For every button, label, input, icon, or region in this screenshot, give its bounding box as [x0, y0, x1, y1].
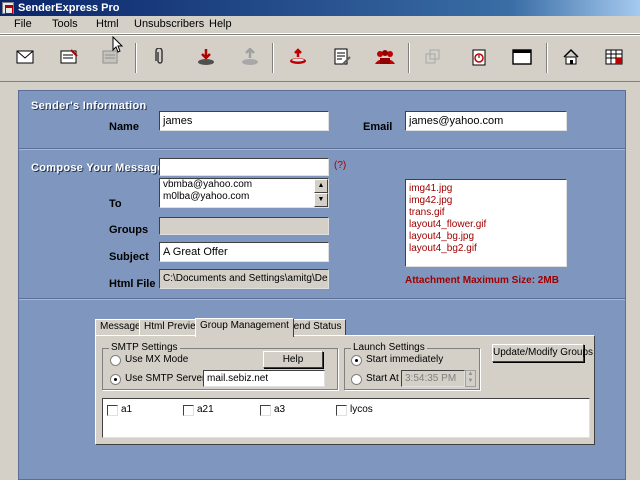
smtp-server-input[interactable]: mail.sebiz.net	[203, 370, 325, 387]
to-label: To	[109, 198, 122, 210]
to-list-scrollbar[interactable]: ▲ ▼	[314, 179, 328, 207]
group-label-a1[interactable]: a1	[121, 404, 132, 415]
htmlfile-input[interactable]: C:\Documents and Settings\amitg\Desktop	[159, 269, 329, 289]
spin-up-icon[interactable]: ▲	[466, 371, 475, 378]
name-label: Name	[109, 121, 139, 133]
help-mark[interactable]: (?)	[334, 160, 346, 171]
group-checkbox-lycos[interactable]	[336, 405, 347, 416]
spin-down-icon[interactable]: ▼	[466, 378, 475, 385]
copy-icon[interactable]	[421, 45, 445, 69]
start-immediately-radio[interactable]	[351, 355, 362, 366]
start-at-label[interactable]: Start At	[366, 373, 399, 384]
window-icon[interactable]	[510, 45, 534, 69]
sender-section-title: Sender's Information	[31, 100, 147, 112]
launch-settings-title: Launch Settings	[351, 342, 427, 353]
group-checkbox-a21[interactable]	[183, 405, 194, 416]
upload-icon[interactable]	[238, 45, 262, 69]
edit-icon[interactable]	[330, 45, 354, 69]
app-icon	[2, 2, 14, 14]
tab-group-management[interactable]: Group Management	[195, 318, 294, 337]
scroll-down-icon[interactable]: ▼	[314, 193, 328, 207]
envelope-icon[interactable]	[13, 45, 37, 69]
smtp-settings-title: SMTP Settings	[109, 342, 180, 353]
mx-mode-radio[interactable]	[110, 355, 121, 366]
menu-tools[interactable]: Tools	[52, 18, 78, 30]
group-checkbox-a1[interactable]	[107, 405, 118, 416]
menu-help[interactable]: Help	[209, 18, 232, 30]
help-button[interactable]: Help	[263, 351, 323, 368]
menu-bar: File Tools Html Unsubscribers Help	[0, 16, 640, 34]
groups-label: Groups	[109, 224, 149, 236]
list-item[interactable]: layout4_bg2.gif	[406, 243, 566, 255]
group-label-lycos[interactable]: lycos	[350, 404, 373, 415]
section-divider	[19, 298, 625, 300]
group-management-panel: SMTP Settings Use MX Mode Use SMTP Serve…	[95, 335, 595, 445]
smtp-settings-group: SMTP Settings Use MX Mode Use SMTP Serve…	[102, 342, 338, 390]
name-input[interactable]: james	[159, 111, 329, 131]
smtp-server-label[interactable]: Use SMTP Server	[125, 373, 205, 384]
update-groups-button[interactable]: Update/Modify Groups	[492, 344, 593, 362]
htmlfile-label: Html File	[109, 278, 156, 290]
attach-icon[interactable]	[148, 45, 172, 69]
attachment-size-note: Attachment Maximum Size: 2MB	[405, 275, 559, 286]
mouse-cursor-icon	[112, 36, 124, 53]
list-item[interactable]: vbmba@yahoo.com	[160, 179, 328, 191]
smtp-server-radio[interactable]	[110, 374, 121, 385]
email-input[interactable]: james@yahoo.com	[405, 111, 567, 131]
attachments-list[interactable]: img41.jpg img42.jpg trans.gif layout4_fl…	[405, 179, 567, 267]
send-icon[interactable]	[286, 45, 310, 69]
launch-settings-group: Launch Settings Start immediately Start …	[344, 342, 480, 390]
start-at-radio[interactable]	[351, 374, 362, 385]
home-icon[interactable]	[559, 45, 583, 69]
section-divider	[19, 148, 625, 150]
recipient-input[interactable]	[159, 158, 329, 176]
timer-icon[interactable]	[467, 45, 491, 69]
window-title: SenderExpress Pro	[18, 2, 120, 14]
groups-checklist: a1 a21 a3 lycos	[102, 398, 590, 438]
start-time-input[interactable]: 3:54:35 PM	[401, 370, 465, 387]
list-item[interactable]: img41.jpg	[406, 183, 566, 195]
compose-section-title: Compose Your Message	[31, 162, 164, 174]
list-item[interactable]: layout4_bg.jpg	[406, 231, 566, 243]
group-label-a21[interactable]: a21	[197, 404, 214, 415]
subject-label: Subject	[109, 251, 149, 263]
list-item[interactable]: m0lba@yahoo.com	[160, 191, 328, 203]
compose-icon[interactable]	[57, 45, 81, 69]
title-bar: SenderExpress Pro	[0, 0, 640, 16]
list-item[interactable]: layout4_flower.gif	[406, 219, 566, 231]
email-label: Email	[363, 121, 393, 133]
list-item[interactable]: img42.jpg	[406, 195, 566, 207]
compose-panel: Sender's Information Name james Email ja…	[18, 90, 626, 480]
menu-unsubscribers[interactable]: Unsubscribers	[134, 18, 204, 30]
subject-input[interactable]: A Great Offer	[159, 242, 329, 262]
toolbar-separator	[546, 43, 548, 73]
start-immediately-label[interactable]: Start immediately	[366, 354, 443, 365]
list-item[interactable]: trans.gif	[406, 207, 566, 219]
menu-file[interactable]: File	[14, 18, 32, 30]
to-list[interactable]: vbmba@yahoo.com m0lba@yahoo.com ▲ ▼	[159, 178, 329, 208]
group-icon[interactable]	[373, 45, 397, 69]
toolbar-separator	[408, 43, 410, 73]
tab-message[interactable]: Message	[95, 319, 146, 335]
group-checkbox-a3[interactable]	[260, 405, 271, 416]
scroll-up-icon[interactable]: ▲	[314, 179, 328, 193]
time-spinner[interactable]: ▲ ▼	[465, 370, 476, 387]
menu-html[interactable]: Html	[96, 18, 119, 30]
main-area: Sender's Information Name james Email ja…	[0, 82, 640, 480]
grid-icon[interactable]	[602, 45, 626, 69]
toolbar-separator	[135, 43, 137, 73]
groups-input[interactable]	[159, 217, 329, 235]
download-icon[interactable]	[194, 45, 218, 69]
group-label-a3[interactable]: a3	[274, 404, 285, 415]
mx-mode-label[interactable]: Use MX Mode	[125, 354, 188, 365]
toolbar	[0, 34, 640, 82]
toolbar-separator	[272, 43, 274, 73]
